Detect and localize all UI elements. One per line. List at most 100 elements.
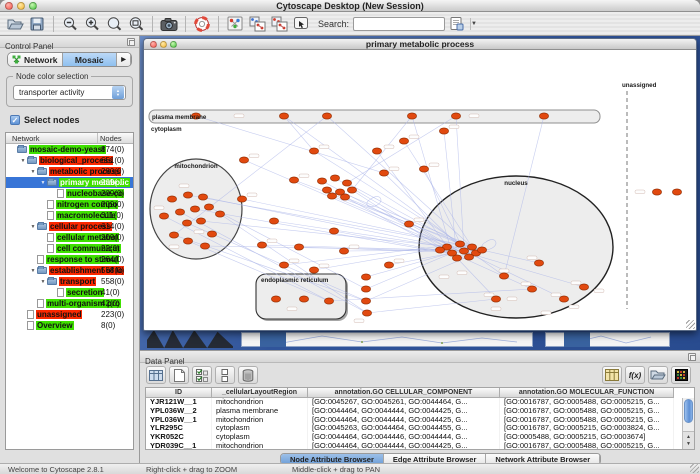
tree-row[interactable]: cell communicat22(0) (6, 243, 133, 254)
table-row[interactable]: YPL036W__1mitochondrion[GO:0044464, GO:0… (146, 416, 694, 425)
network-node[interactable] (327, 193, 336, 199)
manage-networks-icon[interactable] (224, 14, 246, 34)
minimize-window-button[interactable] (17, 2, 25, 10)
tree-row[interactable]: ▼primary metabolic209(... (6, 177, 133, 188)
network-node[interactable] (672, 189, 681, 195)
network-node[interactable] (200, 243, 209, 249)
network-node[interactable] (340, 194, 349, 200)
network-node[interactable] (196, 218, 205, 224)
network-node[interactable] (322, 113, 331, 119)
zoom-in-icon[interactable] (81, 14, 103, 34)
network-node[interactable] (182, 220, 191, 226)
attribute-table-icon[interactable] (146, 366, 166, 384)
table-cell[interactable]: plasma membrane (212, 407, 308, 416)
table-column-header[interactable]: ID (146, 388, 212, 398)
background-window-fragment[interactable] (545, 332, 670, 347)
network-node[interactable] (439, 128, 448, 134)
tree-column-network[interactable]: Network (6, 133, 98, 143)
function-builder-icon[interactable]: f(x) (625, 366, 645, 384)
float-panel-icon[interactable] (127, 38, 135, 46)
save-icon[interactable] (26, 14, 48, 34)
table-row[interactable]: YJR121W__1mitochondrion[GO:0045267, GO:0… (146, 398, 694, 407)
network-node[interactable] (491, 296, 500, 302)
scrollbar-thumb[interactable] (684, 399, 693, 423)
table-cell[interactable]: [GO:0016787, GO:0005488, GO:0005215, G..… (500, 416, 674, 425)
table-row[interactable]: YPL036W__2plasma membrane[GO:0044464, GO… (146, 407, 694, 416)
network-node[interactable] (169, 232, 178, 238)
network-node[interactable] (419, 166, 428, 172)
table-cell[interactable]: [GO:0016787, GO:0005488, GO:0005215, G..… (500, 407, 674, 416)
tree-row[interactable]: Overview8(0) (6, 320, 133, 331)
tree-row[interactable]: mosaic-demo-yeast874(0) (6, 144, 133, 155)
network-node[interactable] (404, 221, 413, 227)
network-node[interactable] (362, 310, 371, 316)
scroll-down-icon[interactable]: ▼ (686, 441, 691, 447)
tab-overflow-icon[interactable]: ▶ (117, 53, 131, 66)
table-cell[interactable]: YPL036W__2 (146, 407, 212, 416)
node-color-dropdown[interactable]: transporter activity ▲▼ (13, 85, 126, 100)
network-node[interactable] (183, 238, 192, 244)
table-row[interactable]: YLR295Ccytoplasm[GO:0045263, GO:0044464,… (146, 424, 694, 433)
table-cell[interactable]: [GO:0044464, GO:0044446, GO:0044444, G..… (308, 433, 500, 442)
network-node[interactable] (652, 189, 661, 195)
close-view-button[interactable] (150, 41, 157, 48)
table-cell[interactable]: cytoplasm (212, 433, 308, 442)
window-resize-grip[interactable] (686, 320, 695, 329)
network-node[interactable] (257, 242, 266, 248)
tree-expand-icon[interactable]: ▼ (39, 180, 47, 186)
network-node[interactable] (237, 196, 246, 202)
tree-row[interactable]: ▼metabolic process280(0) (6, 166, 133, 177)
network-node[interactable] (299, 296, 308, 302)
table-cell[interactable]: mitochondrion (212, 442, 308, 450)
tree-row[interactable]: nucleobase-co209(0) (6, 188, 133, 199)
table-cell[interactable]: [GO:0044464, GO:0044444, GO:0044425, G..… (308, 407, 500, 416)
tree-row[interactable]: response to stimul264(0) (6, 254, 133, 265)
network-node[interactable] (347, 187, 356, 193)
network-node[interactable] (279, 113, 288, 119)
search-dropdown-icon[interactable]: ▼ (470, 18, 477, 30)
network-node[interactable] (464, 254, 473, 260)
network-node[interactable] (579, 284, 588, 290)
search-input[interactable] (354, 18, 470, 30)
network-window-titlebar[interactable]: primary metabolic process (144, 39, 696, 50)
select-attributes-icon[interactable] (192, 366, 212, 384)
table-cell[interactable]: [GO:0016787, GO:0005488, GO:0005215, G..… (500, 398, 674, 407)
table-column-header[interactable]: annotation.GO CELLULAR_COMPONENT (308, 388, 500, 398)
tree-row[interactable]: secretion41(0) (6, 287, 133, 298)
network-node[interactable] (324, 298, 333, 304)
select-nodes-checkbox[interactable]: ✓ (10, 115, 20, 125)
network-node[interactable] (207, 231, 216, 237)
tree-expand-icon[interactable]: ▼ (39, 279, 47, 285)
network-node[interactable] (361, 286, 370, 292)
snapshot-icon[interactable] (158, 14, 180, 34)
network-node[interactable] (198, 194, 207, 200)
network-node[interactable] (271, 296, 280, 302)
network-node[interactable] (159, 213, 168, 219)
table-cell[interactable]: [GO:0044464, GO:0044444, GO:0044425, G..… (308, 416, 500, 425)
table-cell[interactable]: [GO:0005488, GO:0005215, GO:0003674] (500, 433, 674, 442)
table-scrollbar[interactable]: ▲ ▼ (682, 398, 694, 449)
zoom-fit-icon[interactable] (125, 14, 147, 34)
import-attributes-icon[interactable] (648, 366, 668, 384)
network-node[interactable] (330, 175, 339, 181)
tree-column-nodes[interactable]: Nodes (98, 133, 133, 143)
network-node[interactable] (527, 286, 536, 292)
network-node[interactable] (361, 298, 370, 304)
tree-expand-icon[interactable]: ▼ (19, 158, 27, 164)
unselect-attributes-icon[interactable] (215, 366, 235, 384)
network-node[interactable] (215, 211, 224, 217)
network-node[interactable] (459, 248, 468, 254)
import-matrix-icon[interactable] (602, 366, 622, 384)
delete-attribute-icon[interactable] (238, 366, 258, 384)
close-window-button[interactable] (5, 2, 13, 10)
network-node[interactable] (294, 244, 303, 250)
network-node[interactable] (379, 170, 388, 176)
table-row[interactable]: YKR052Ccytoplasm[GO:0044464, GO:0044446,… (146, 433, 694, 442)
network-node[interactable] (309, 267, 318, 273)
tab-edge-attribute-browser[interactable]: Edge Attribute Browser (384, 454, 486, 463)
table-column-header[interactable]: annotation.GO MOLECULAR_FUNCTION (500, 388, 674, 398)
zoom-out-icon[interactable] (59, 14, 81, 34)
table-cell[interactable]: [GO:0045267, GO:0045261, GO:0044464, G..… (308, 398, 500, 407)
network-node[interactable] (467, 244, 476, 250)
network-node[interactable] (407, 113, 416, 119)
